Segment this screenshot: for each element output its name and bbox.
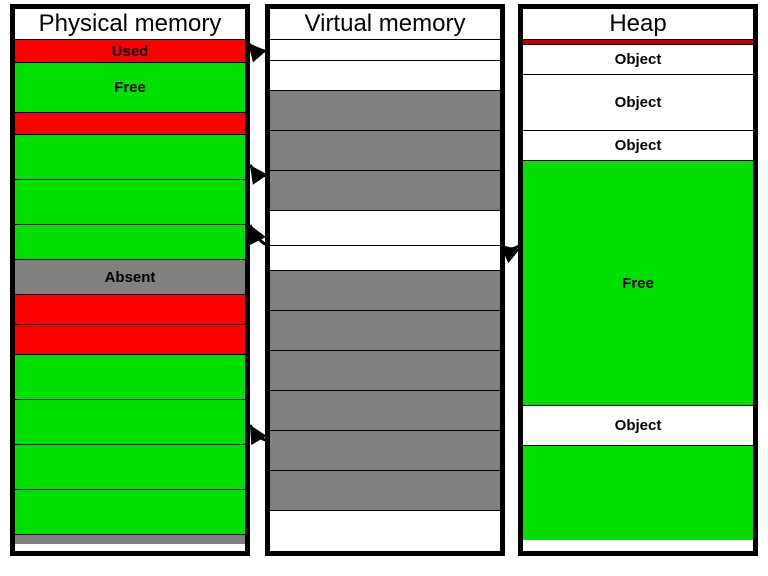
column-rows-heap: ObjectObjectObjectFreeObject (523, 40, 753, 551)
cell-heap-4: Free (523, 160, 753, 405)
column-rows-virtual (270, 40, 500, 551)
cell-virtual-0 (270, 40, 500, 60)
cell-physical-3 (15, 134, 245, 179)
cell-heap-5: Object (523, 405, 753, 445)
cell-physical-2 (15, 112, 245, 134)
column-title-heap: Heap (523, 9, 753, 40)
cell-physical-6: Absent (15, 259, 245, 294)
column-virtual: Virtual memory (265, 4, 505, 556)
cell-physical-10 (15, 399, 245, 444)
cell-virtual-10 (270, 390, 500, 430)
column-physical: Physical memoryUsedFree Absent (10, 4, 250, 556)
cell-heap-6 (523, 445, 753, 540)
cell-physical-7 (15, 294, 245, 324)
cell-physical-0: Used (15, 40, 245, 62)
cell-physical-5 (15, 224, 245, 259)
cell-physical-12 (15, 489, 245, 534)
cell-virtual-13 (270, 510, 500, 540)
cell-virtual-4 (270, 170, 500, 210)
cell-virtual-11 (270, 430, 500, 470)
cell-virtual-5 (270, 210, 500, 245)
cell-virtual-6 (270, 245, 500, 270)
cell-virtual-8 (270, 310, 500, 350)
cell-physical-4 (15, 179, 245, 224)
cell-virtual-3 (270, 130, 500, 170)
column-title-physical: Physical memory (15, 9, 245, 40)
cell-physical-11 (15, 444, 245, 489)
column-rows-physical: UsedFree Absent (15, 40, 245, 551)
cell-virtual-1 (270, 60, 500, 90)
cell-physical-1: Free (15, 62, 245, 112)
cell-virtual-12 (270, 470, 500, 510)
cell-heap-1: Object (523, 44, 753, 74)
cell-virtual-2 (270, 90, 500, 130)
cell-virtual-7 (270, 270, 500, 310)
cell-physical-9 (15, 354, 245, 399)
column-heap: HeapObjectObjectObjectFreeObject (518, 4, 758, 556)
cell-heap-3: Object (523, 130, 753, 160)
cell-physical-13 (15, 534, 245, 544)
cell-heap-2: Object (523, 74, 753, 130)
cell-physical-8 (15, 324, 245, 354)
column-title-virtual: Virtual memory (270, 9, 500, 40)
cell-virtual-9 (270, 350, 500, 390)
